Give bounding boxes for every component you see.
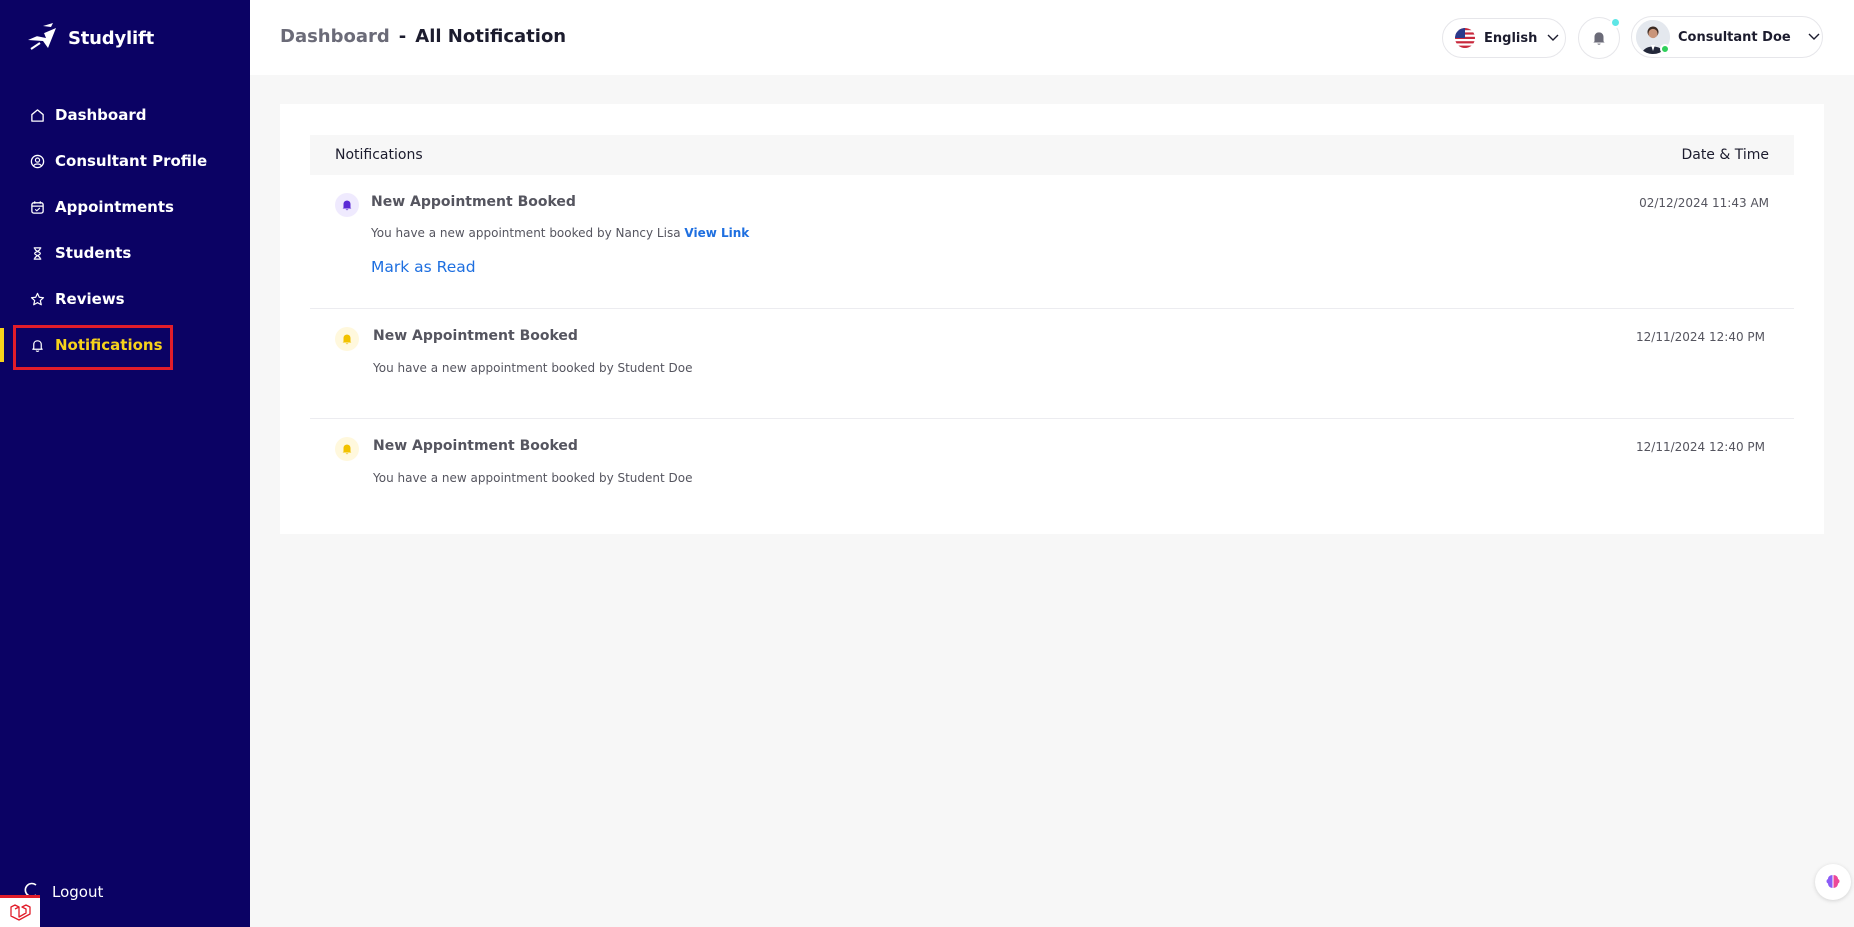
graduation-plane-icon <box>28 23 56 50</box>
brand-name: Studylift <box>68 27 154 49</box>
breadcrumb: Dashboard - All Notification <box>280 26 566 47</box>
online-status-dot <box>1660 44 1670 54</box>
star-icon <box>29 291 45 307</box>
sidebar-item-notifications[interactable]: Notifications <box>0 322 250 370</box>
brand-logo[interactable]: Studylift <box>26 22 154 54</box>
view-link[interactable]: View Link <box>684 226 749 240</box>
notification-row[interactable]: New Appointment Booked 12/11/2024 12:40 … <box>310 420 1794 520</box>
chevron-down-icon <box>1546 29 1560 48</box>
language-selector[interactable]: English <box>1442 18 1566 58</box>
assistant-floating-button[interactable] <box>1815 864 1851 900</box>
notification-message: You have a new appointment booked by Stu… <box>373 361 693 375</box>
logout-label: Logout <box>52 883 104 901</box>
language-label: English <box>1484 30 1538 46</box>
notification-message: You have a new appointment booked by Stu… <box>373 471 693 485</box>
sidebar-item-dashboard[interactable]: Dashboard <box>0 92 250 138</box>
sidebar-item-label: Notifications <box>55 336 163 354</box>
sidebar-item-label: Reviews <box>55 290 125 308</box>
us-flag-icon <box>1455 28 1475 48</box>
user-menu[interactable]: Consultant Doe <box>1631 16 1823 58</box>
user-circle-icon <box>29 153 45 169</box>
page-title: All Notification <box>415 26 567 47</box>
laravel-icon <box>10 903 31 921</box>
sidebar-nav: Dashboard Consultant Profile Appointment… <box>0 92 250 370</box>
notification-title: New Appointment Booked <box>373 328 578 344</box>
hourglass-icon <box>29 245 45 261</box>
table-header: Notifications Date & Time <box>310 135 1794 175</box>
chevron-down-icon <box>1807 28 1821 47</box>
bell-icon <box>1593 32 1605 45</box>
sidebar-item-reviews[interactable]: Reviews <box>0 276 250 322</box>
brain-icon <box>1826 875 1840 888</box>
user-name: Consultant Doe <box>1678 29 1791 45</box>
sidebar-item-label: Dashboard <box>55 106 147 124</box>
home-icon <box>29 107 45 123</box>
notification-title: New Appointment Booked <box>373 438 578 454</box>
avatar <box>1636 20 1670 54</box>
notification-message: You have a new appointment booked by Nan… <box>371 226 681 240</box>
sidebar: Studylift Dashboard Consultant Profile A… <box>0 0 250 927</box>
sidebar-item-label: Consultant Profile <box>55 152 208 170</box>
breadcrumb-dashboard[interactable]: Dashboard <box>280 26 390 47</box>
mark-as-read-link[interactable]: Mark as Read <box>371 258 476 276</box>
notification-body: You have a new appointment booked by Nan… <box>371 226 749 240</box>
debug-toolbar-toggle[interactable] <box>0 895 40 927</box>
top-header: Dashboard - All Notification English Con… <box>250 0 1854 75</box>
notifications-bell-button[interactable] <box>1578 17 1621 59</box>
notification-row[interactable]: New Appointment Booked 02/12/2024 11:43 … <box>310 176 1794 309</box>
sidebar-item-consultant-profile[interactable]: Consultant Profile <box>0 138 250 184</box>
sidebar-item-label: Students <box>55 244 132 262</box>
bell-icon <box>335 437 359 461</box>
bell-icon <box>29 337 45 353</box>
notification-time: 02/12/2024 11:43 AM <box>1639 196 1769 210</box>
notification-time: 12/11/2024 12:40 PM <box>1636 440 1765 454</box>
column-header-datetime: Date & Time <box>1681 147 1769 163</box>
breadcrumb-separator: - <box>398 26 407 47</box>
calendar-icon <box>29 199 45 215</box>
bell-icon <box>335 327 359 351</box>
sidebar-item-label: Appointments <box>55 198 174 216</box>
notification-title: New Appointment Booked <box>371 194 576 210</box>
sidebar-item-students[interactable]: Students <box>0 230 250 276</box>
notification-time: 12/11/2024 12:40 PM <box>1636 330 1765 344</box>
notifications-card: Notifications Date & Time New Appointmen… <box>280 104 1824 534</box>
notification-indicator-dot <box>1610 17 1621 28</box>
notification-row[interactable]: New Appointment Booked 12/11/2024 12:40 … <box>310 310 1794 419</box>
sidebar-item-appointments[interactable]: Appointments <box>0 184 250 230</box>
bell-icon <box>335 193 359 217</box>
column-header-notifications: Notifications <box>335 147 423 163</box>
